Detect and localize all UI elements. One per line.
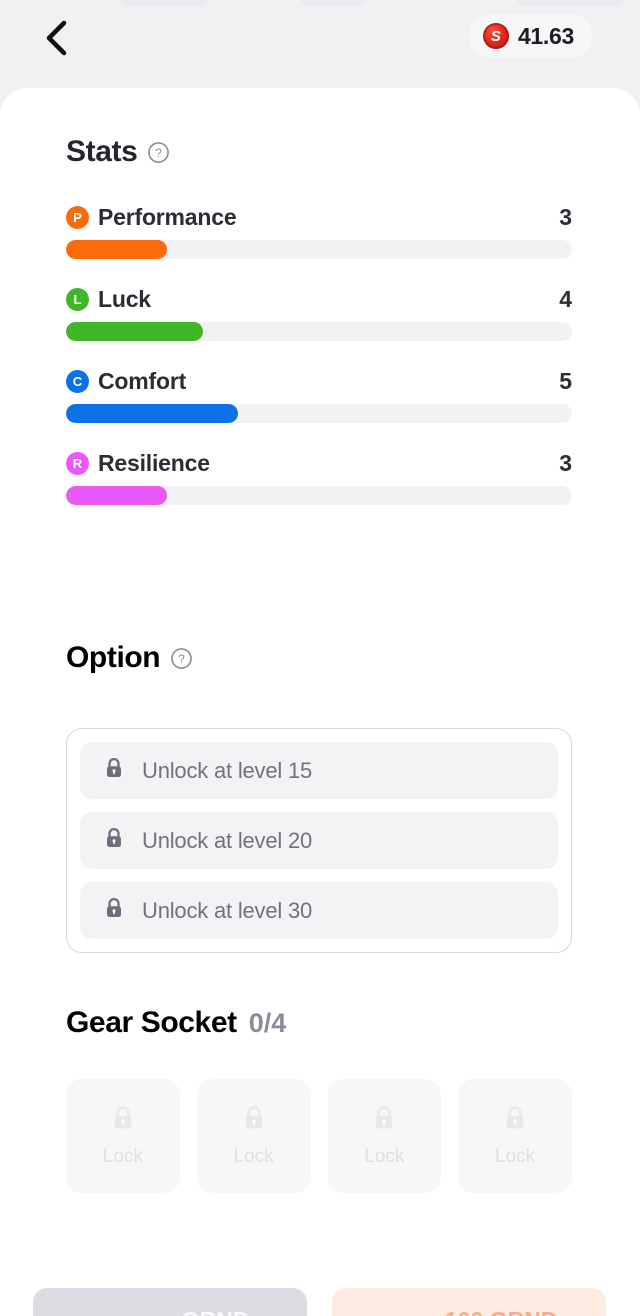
stat-label: Resilience [98, 449, 210, 476]
stat-badge-icon: L [66, 287, 89, 311]
gear-tile-label: Lock [364, 1146, 405, 1167]
option-header: Option ? [66, 641, 572, 675]
buy-button[interactable]: Buy 106 GRND ($7.09) [332, 1288, 606, 1316]
option-row[interactable]: Unlock at level 20 [80, 812, 558, 869]
stat-line: R Resilience 3 [66, 449, 572, 477]
option-section: Option ? Unlock at level 15 Unlock at lev… [66, 641, 572, 953]
gear-socket-section: Gear Socket 0/4 Lock Lock Lock Lock [66, 1006, 572, 1193]
gear-socket-header: Gear Socket 0/4 [66, 1006, 572, 1040]
stat-value: 3 [559, 203, 572, 230]
gear-tile-label: Lock [233, 1146, 274, 1167]
stat-line: L Luck 4 [66, 285, 572, 313]
stat-bar-fill [66, 240, 168, 259]
coin-icon: S [482, 23, 509, 49]
stat-label: Comfort [98, 367, 187, 394]
stat-bar-track [66, 322, 572, 341]
stat-bar-track [66, 404, 572, 423]
offer-price: - GRND [168, 1307, 250, 1316]
option-card: Unlock at level 15 Unlock at level 20 Unlo… [66, 728, 572, 953]
help-circle-icon[interactable]: ? [147, 141, 170, 164]
coin-glyph: S [490, 27, 501, 45]
gear-socket-tile[interactable]: Lock [196, 1079, 311, 1193]
gear-socket-count: 0/4 [248, 1008, 287, 1038]
buy-amounts: 106 GRND ($7.09) [445, 1307, 557, 1316]
svg-text:?: ? [156, 145, 163, 159]
gear-socket-tile[interactable]: Lock [327, 1079, 442, 1193]
help-circle-icon[interactable]: ? [170, 647, 193, 670]
option-row[interactable]: Unlock at level 30 [80, 882, 558, 939]
svg-text:?: ? [178, 651, 185, 665]
chevron-left-icon [43, 20, 69, 56]
stats-section: Stats ? P Performance 3 L Luck 4 C Comfort 5 R Res… [66, 135, 572, 505]
stat-bar-track [66, 486, 572, 505]
lock-icon [370, 1104, 398, 1137]
stat-value: 4 [559, 285, 572, 312]
lock-icon [109, 1104, 137, 1137]
buy-price: 106 GRND [445, 1307, 557, 1316]
stat-line: P Performance 3 [66, 203, 572, 231]
stat-row: R Resilience 3 [66, 449, 572, 505]
balance-amount: 41.63 [517, 22, 574, 49]
stat-label: Performance [98, 203, 237, 230]
gear-socket-tile[interactable]: Lock [66, 1079, 180, 1193]
top-bar: S 41.63 [0, 0, 640, 88]
stat-label: Luck [98, 285, 151, 312]
stat-value: 5 [559, 367, 572, 394]
content-sheet: Stats ? P Performance 3 L Luck 4 C Comfort 5 R Res… [0, 88, 640, 1316]
lock-icon [240, 1104, 268, 1137]
lock-icon [102, 826, 126, 855]
option-row-label: Unlock at level 15 [142, 757, 313, 783]
balance-pill[interactable]: S 41.63 [468, 14, 592, 58]
stat-bar-fill [66, 486, 168, 505]
gear-socket-tile[interactable]: Lock [458, 1079, 572, 1193]
gear-socket-title: Gear Socket [66, 1006, 237, 1039]
offer-button[interactable]: Offer - GRND ($0) [33, 1288, 307, 1316]
stats-title: Stats [66, 135, 138, 168]
stat-badge-icon: C [66, 369, 89, 393]
gear-tile-label: Lock [102, 1146, 143, 1167]
stat-value: 3 [559, 449, 572, 476]
stat-row: L Luck 4 [66, 285, 572, 341]
back-button[interactable] [32, 14, 80, 62]
stat-row: P Performance 3 [66, 203, 572, 259]
lock-icon [501, 1104, 529, 1137]
stat-badge-icon: P [66, 205, 89, 229]
stat-line: C Comfort 5 [66, 367, 572, 395]
stats-header: Stats ? [66, 135, 572, 169]
option-title: Option [66, 641, 161, 674]
lock-icon [102, 756, 126, 785]
option-row-label: Unlock at level 20 [142, 827, 313, 853]
gear-tile-label: Lock [495, 1146, 536, 1167]
stat-bar-track [66, 240, 572, 259]
offer-amounts: - GRND ($0) [168, 1307, 250, 1316]
lock-icon [102, 896, 126, 925]
stat-badge-icon: R [66, 451, 89, 475]
stat-bar-fill [66, 322, 203, 341]
screen-root: S 41.63 Stats ? P Performance 3 L Luck 4 C Comf… [0, 0, 640, 1316]
option-row-label: Unlock at level 30 [142, 897, 313, 923]
stat-row: C Comfort 5 [66, 367, 572, 423]
stat-bar-fill [66, 404, 239, 423]
option-row[interactable]: Unlock at level 15 [80, 742, 558, 799]
action-bar: Offer - GRND ($0) Buy 106 GRND ($7.09) [33, 1288, 607, 1316]
